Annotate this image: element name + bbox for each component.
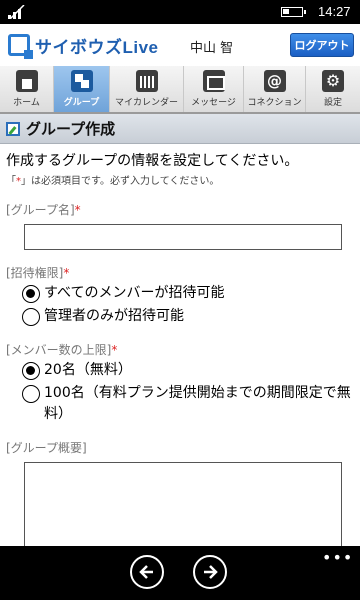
- radio-button[interactable]: [22, 285, 40, 303]
- arrow-left-icon: [139, 565, 153, 579]
- page-title-bar: グループ作成: [0, 114, 360, 144]
- invite-option-admin[interactable]: 管理者のみが招待可能: [0, 306, 360, 327]
- tab-group[interactable]: グループ: [54, 66, 110, 112]
- radio-button[interactable]: [22, 308, 40, 326]
- radio-label: 管理者のみが招待可能: [44, 308, 184, 324]
- battery-icon: [281, 7, 306, 17]
- logout-button[interactable]: ログアウト: [290, 33, 354, 57]
- mail-icon: [202, 70, 225, 92]
- main-nav-tabs: ホーム グループ マイカレンダー メッセージ コネクション 設定: [0, 66, 360, 114]
- group-summary-textarea[interactable]: [24, 462, 342, 546]
- radio-button[interactable]: [22, 362, 40, 380]
- member-limit-option-100[interactable]: 100名（有料プラン提供開始までの期間限定で無料）: [0, 383, 360, 425]
- member-limit-label: [メンバー数の上限]*: [6, 343, 118, 357]
- radio-label: すべてのメンバーが招待可能: [44, 285, 225, 301]
- group-name-label: [グループ名]*: [6, 203, 81, 217]
- settings-icon: [322, 70, 344, 92]
- group-name-input[interactable]: [24, 224, 342, 250]
- group-summary-label: [グループ概要]: [6, 441, 87, 455]
- member-limit-option-20[interactable]: 20名（無料）: [0, 360, 360, 381]
- more-options-button[interactable]: •••: [322, 548, 353, 567]
- tab-label: ホーム: [13, 98, 40, 108]
- connection-icon: [263, 70, 286, 92]
- app-header: サイボウズLive 中山 智 ログアウト: [0, 24, 360, 66]
- group-create-form: グループ作成 作成するグループの情報を設定してください。 「*」は必須項目です。…: [0, 114, 360, 546]
- tab-home[interactable]: ホーム: [0, 66, 54, 112]
- tab-label: メッセージ: [191, 98, 236, 108]
- tab-label: 設定: [323, 98, 342, 108]
- calendar-icon: [135, 70, 158, 92]
- radio-button[interactable]: [22, 385, 40, 403]
- app-logo[interactable]: サイボウズLive: [8, 32, 159, 59]
- group-icon: [70, 70, 93, 92]
- logo-text: サイボウズLive: [35, 37, 159, 57]
- tab-label: マイカレンダー: [114, 98, 178, 108]
- invite-permission-label: [招待権限]*: [6, 266, 70, 280]
- tab-label: コネクション: [247, 98, 302, 108]
- tab-my-calendar[interactable]: マイカレンダー: [110, 66, 184, 112]
- arrow-right-icon: [204, 565, 218, 579]
- status-bar: 14:27: [0, 0, 360, 24]
- tab-label: グループ: [63, 98, 100, 108]
- logo-mark-icon: [8, 34, 33, 59]
- radio-label: 100名（有料プラン提供開始までの期間限定で無料）: [44, 385, 351, 422]
- tab-messages[interactable]: メッセージ: [184, 66, 244, 112]
- user-name: 中山 智: [190, 41, 234, 56]
- signal-icon: [8, 5, 25, 19]
- tab-settings[interactable]: 設定: [306, 66, 360, 112]
- clock: 14:27: [318, 4, 351, 19]
- intro-text: 作成するグループの情報を設定してください。: [6, 153, 299, 169]
- required-note: 「*」は必須項目です。必ず入力してください。: [6, 176, 220, 187]
- home-icon: [15, 70, 38, 92]
- back-button[interactable]: [130, 555, 164, 589]
- invite-option-all[interactable]: すべてのメンバーが招待可能: [0, 283, 360, 304]
- forward-button[interactable]: [193, 555, 227, 589]
- page-title: グループ作成: [26, 120, 116, 138]
- app-bar: •••: [0, 546, 360, 600]
- radio-label: 20名（無料）: [44, 362, 132, 378]
- edit-icon: [6, 121, 20, 136]
- tab-connections[interactable]: コネクション: [244, 66, 306, 112]
